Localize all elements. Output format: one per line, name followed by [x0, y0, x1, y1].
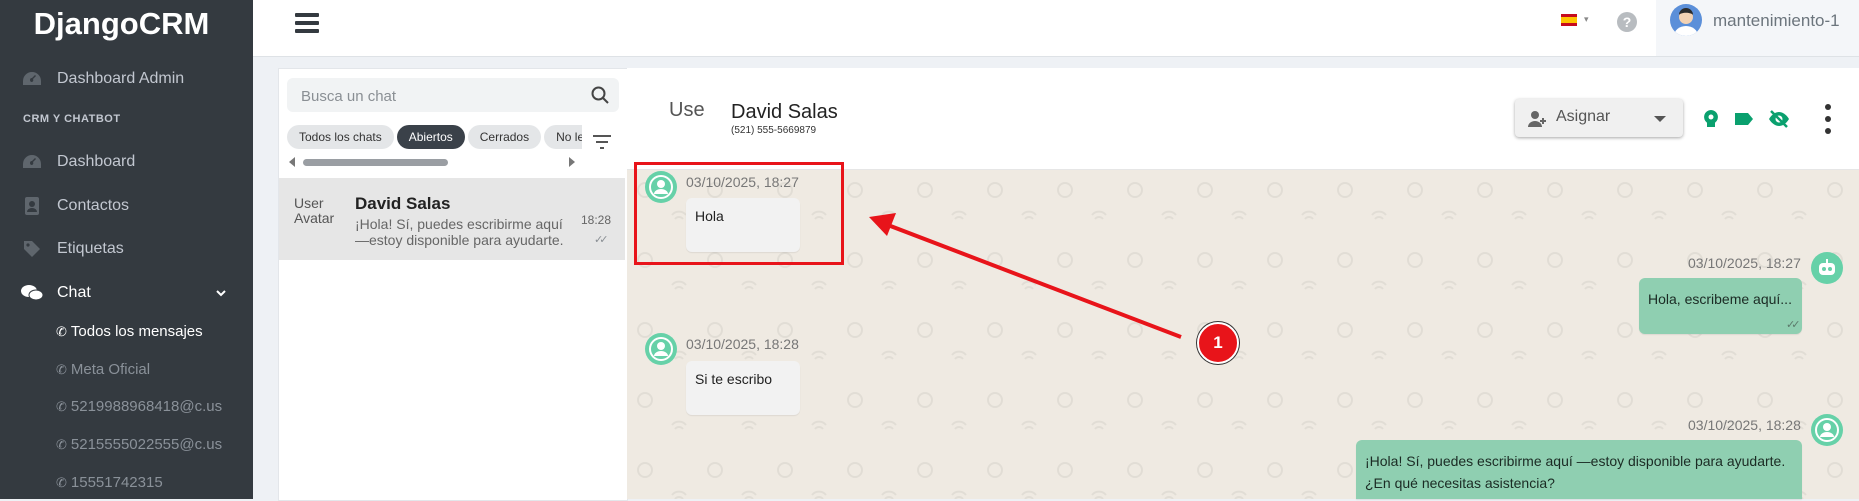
search-icon[interactable]: [591, 86, 609, 104]
chat-search-input[interactable]: [299, 78, 573, 114]
topbar: [253, 0, 1859, 57]
sidebar-subitem-number-2[interactable]: ✆ 5215555022555@c.us: [56, 436, 222, 453]
contact-phone: (521) 555-5669879: [731, 125, 817, 136]
scroll-right-arrow[interactable]: [569, 157, 575, 167]
chat-search: [287, 78, 619, 114]
outgoing-message-bubble: Hola, escribeme aquí...: [1639, 278, 1802, 334]
sidebar-subitem-label: Todos los mensajes: [70, 323, 203, 340]
sidebar-subitem-number-3[interactable]: ✆ 15551742315: [56, 474, 163, 491]
tag-icon: [21, 239, 43, 259]
sidebar-subitem-number-1[interactable]: ✆ 5219988968418@c.us: [56, 398, 222, 415]
brand-logo[interactable]: DjangoCRM: [0, 0, 253, 48]
address-book-icon: [21, 196, 43, 216]
filter-icon[interactable]: [592, 134, 612, 150]
bot-avatar-icon: [1811, 252, 1843, 284]
message-timestamp: 03/10/2025, 18:28: [1688, 417, 1801, 433]
message-text-line: ¿En qué necesitas asistencia?: [1365, 475, 1555, 491]
phone-icon: ✆: [56, 398, 67, 414]
caret-down-icon: [1654, 116, 1666, 122]
hamburger-menu-icon[interactable]: [295, 13, 319, 33]
caret-down-icon[interactable]: ▾: [1584, 14, 1589, 25]
annotation-step-marker: 1: [1197, 322, 1239, 364]
message-timestamp: 03/10/2025, 18:27: [1688, 255, 1801, 271]
sidebar-item-dashboard-admin[interactable]: Dashboard Admin: [0, 67, 253, 91]
chat-last-message-preview: ¡Hola! Sí, puedes escribirme aquí —estoy…: [355, 216, 564, 249]
chevron-down-icon[interactable]: [216, 285, 226, 303]
chat-contact-name: David Salas: [355, 194, 451, 213]
help-icon[interactable]: ?: [1617, 12, 1637, 32]
scroll-left-arrow[interactable]: [289, 157, 295, 167]
eye-slash-icon[interactable]: [1768, 108, 1790, 130]
annotation-highlight-box: [634, 162, 844, 265]
sidebar-subitem-meta-oficial[interactable]: ✆ Meta Oficial: [56, 361, 150, 378]
chat-filter-chips: Todos los chatsAbiertosCerradosNo leídos: [287, 125, 582, 149]
contact-avatar-broken-image: User: [669, 100, 705, 121]
sidebar-item-chat[interactable]: Chat: [0, 281, 253, 305]
message-text-line: ¡Hola! Sí, puedes escribirme aquí —estoy…: [1365, 453, 1786, 469]
contact-name: David Salas: [731, 101, 838, 123]
ai-bot-icon[interactable]: [1700, 108, 1722, 130]
filter-chip-abiertos[interactable]: Abiertos: [396, 125, 465, 149]
sidebar-subitem-label: 5215555022555@c.us: [70, 436, 223, 453]
chat-last-message-time: 18:28: [581, 213, 612, 227]
filter-chip-todos[interactable]: Todos los chats: [287, 125, 394, 149]
assign-label: Asignar: [1556, 108, 1611, 125]
username[interactable]: mantenimiento-1: [1713, 11, 1840, 31]
dashboard-gauge-icon: [21, 69, 43, 89]
tag-icon[interactable]: [1733, 108, 1755, 130]
chat-avatar-broken-image: User Avatar: [294, 195, 335, 226]
double-check-icon: ✓✓: [594, 234, 609, 246]
filter-chip-cerrados[interactable]: Cerrados: [467, 125, 542, 149]
sidebar-subitem-label: 15551742315: [70, 474, 163, 491]
incoming-message-bubble: Si te escribo: [686, 361, 800, 415]
phone-icon: ✆: [56, 436, 67, 452]
phone-icon: ✆: [56, 323, 67, 339]
sidebar-subitem-label: 5219988968418@c.us: [70, 398, 223, 415]
phone-icon: ✆: [56, 361, 67, 377]
sidebar-item-label: Etiquetas: [57, 240, 124, 257]
sidebar-subitem-todos-los-mensajes[interactable]: ✆ Todos los mensajes: [56, 323, 203, 340]
contact-avatar-icon: [1811, 414, 1843, 446]
sidebar-item-contactos[interactable]: Contactos: [0, 194, 253, 218]
sidebar-item-etiquetas[interactable]: Etiquetas: [0, 237, 253, 261]
double-check-icon: ✓✓: [1786, 319, 1801, 331]
filter-chip-no-leidos[interactable]: No leídos: [544, 125, 582, 149]
user-avatar[interactable]: [1670, 4, 1702, 36]
sidebar-subitem-label: Meta Oficial: [70, 361, 151, 378]
sidebar-section-header: CRM Y CHATBOT: [23, 113, 121, 125]
phone-icon: ✆: [56, 474, 67, 490]
sidebar-item-label: Dashboard Admin: [57, 70, 185, 87]
filter-scrollbar[interactable]: [303, 159, 448, 166]
sidebar-item-label: Contactos: [57, 197, 130, 214]
outgoing-message-bubble: ¡Hola! Sí, puedes escribirme aquí —estoy…: [1356, 440, 1802, 499]
chat-bubbles-icon: [21, 283, 43, 303]
message-timestamp: 03/10/2025, 18:28: [686, 336, 799, 352]
sidebar-item-dashboard[interactable]: Dashboard: [0, 150, 253, 174]
more-options-icon[interactable]: [1824, 104, 1832, 134]
spain-flag-icon[interactable]: [1561, 14, 1577, 26]
sidebar-item-label: Chat: [57, 284, 91, 301]
assign-user-icon: [1528, 111, 1546, 127]
sidebar-item-label: Dashboard: [57, 153, 136, 170]
dashboard-gauge-icon: [21, 152, 43, 172]
contact-avatar-icon: [645, 333, 677, 365]
